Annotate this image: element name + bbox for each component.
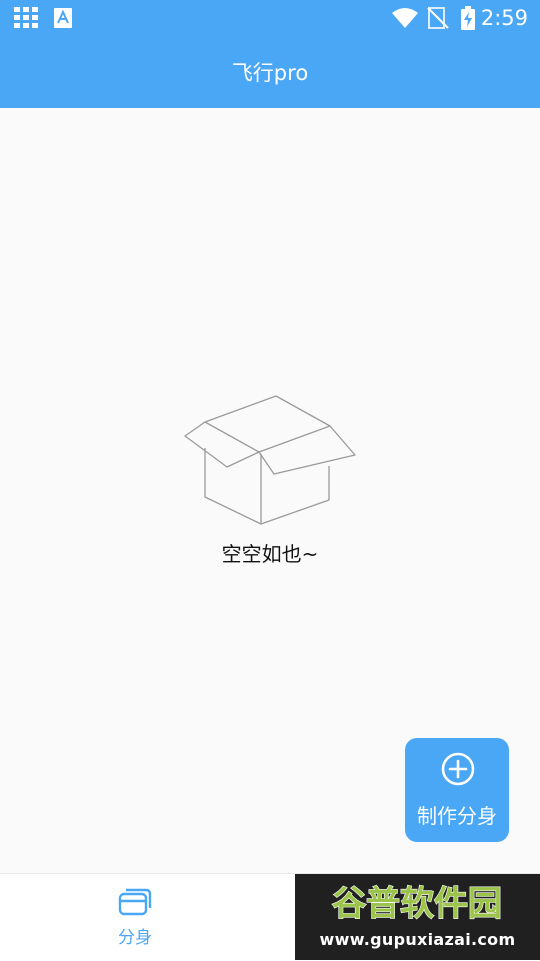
- tab-clones[interactable]: 分身: [0, 874, 270, 961]
- plus-circle-icon: [441, 752, 475, 786]
- empty-message: 空空如也~: [221, 542, 319, 566]
- wifi-icon: [392, 8, 418, 28]
- tab-clones-label: 分身: [118, 928, 152, 948]
- svg-text:谷普软件园: 谷普软件园: [332, 884, 502, 924]
- create-clone-button[interactable]: 制作分身: [405, 738, 509, 842]
- app-header: 2:59 飞行pro: [0, 0, 540, 108]
- watermark: 谷普软件园 www.gupuxiazai.com: [295, 874, 540, 960]
- status-bar: 2:59: [0, 0, 540, 36]
- empty-state: 空空如也~: [0, 394, 540, 584]
- battery-charging-icon: [461, 6, 475, 30]
- apps-grid-icon: [14, 7, 38, 28]
- clones-icon: [118, 888, 152, 916]
- status-time: 2:59: [480, 6, 528, 30]
- watermark-logo: 谷普软件园: [331, 883, 502, 924]
- page-title: 飞行pro: [231, 61, 309, 85]
- watermark-url: www.gupuxiazai.com: [319, 930, 516, 949]
- empty-box-icon: [184, 395, 356, 525]
- create-clone-label: 制作分身: [417, 804, 497, 828]
- signal-off-icon: [427, 7, 449, 29]
- font-a-icon: [54, 8, 72, 28]
